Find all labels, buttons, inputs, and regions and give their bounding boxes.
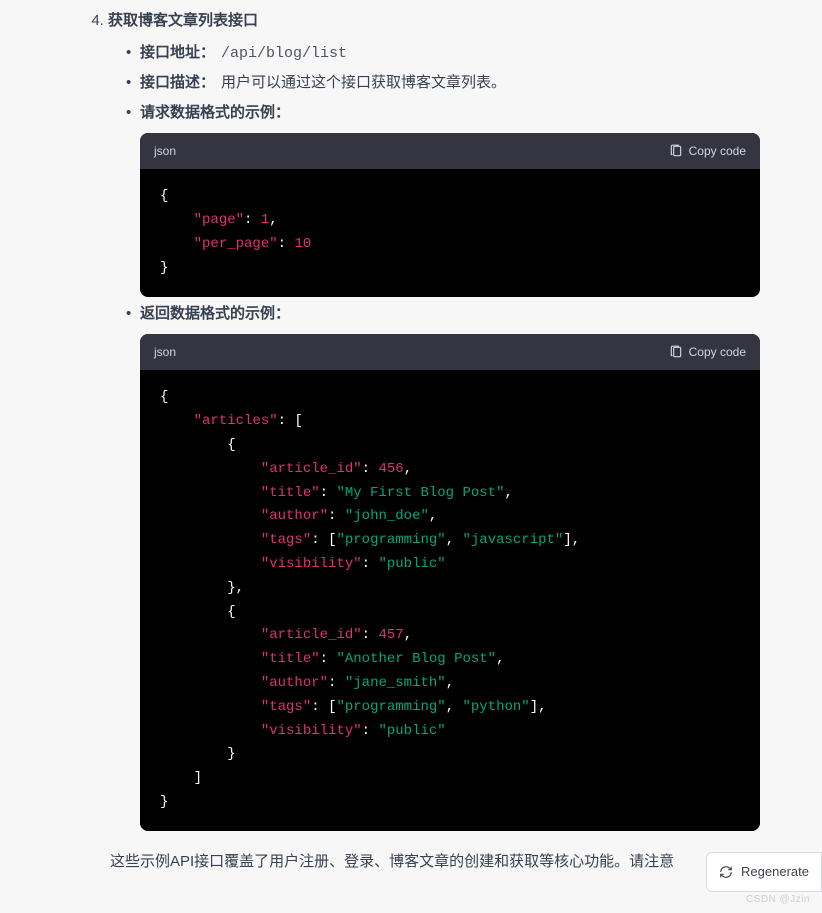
api-address-label: 接口地址： [140,44,215,61]
api-address-value: /api/blog/list [215,45,347,62]
api-desc-label: 接口描述： [140,74,215,91]
summary-text: 这些示例API接口覆盖了用户注册、登录、博客文章的创建和获取等核心功能。请注意 [110,849,794,875]
request-example-item: 请求数据格式的示例： json Copy code { "page": 1, "… [126,100,794,297]
regenerate-button[interactable]: Regenerate [706,852,822,892]
code-lang: json [154,141,176,161]
code-header: json Copy code [140,133,760,169]
api-title: 获取博客文章列表接口 [108,12,258,29]
copy-code-label: Copy code [689,141,746,161]
refresh-icon [719,865,733,879]
api-desc-item: 接口描述：用户可以通过这个接口获取博客文章列表。 [126,70,794,96]
watermark: CSDN @Jzin [746,891,810,908]
clipboard-icon [669,144,683,158]
copy-code-button[interactable]: Copy code [669,342,746,362]
api-address-item: 接口地址：/api/blog/list [126,40,794,67]
copy-code-label: Copy code [689,342,746,362]
request-code: { "page": 1, "per_page": 10 } [140,169,760,296]
response-example-label: 返回数据格式的示例： [140,305,290,322]
response-code-block: json Copy code { "articles": [ { "articl… [140,334,760,831]
api-list-item: 获取博客文章列表接口 接口地址：/api/blog/list 接口描述：用户可以… [108,8,794,831]
response-code: { "articles": [ { "article_id": 456, "ti… [140,370,760,830]
request-code-block: json Copy code { "page": 1, "per_page": … [140,133,760,297]
clipboard-icon [669,345,683,359]
code-lang: json [154,342,176,362]
regenerate-label: Regenerate [741,861,809,883]
request-example-label: 请求数据格式的示例： [140,104,290,121]
copy-code-button[interactable]: Copy code [669,141,746,161]
code-header: json Copy code [140,334,760,370]
response-example-item: 返回数据格式的示例： json Copy code { "articles": … [126,301,794,831]
api-desc-value: 用户可以通过这个接口获取博客文章列表。 [215,74,506,91]
